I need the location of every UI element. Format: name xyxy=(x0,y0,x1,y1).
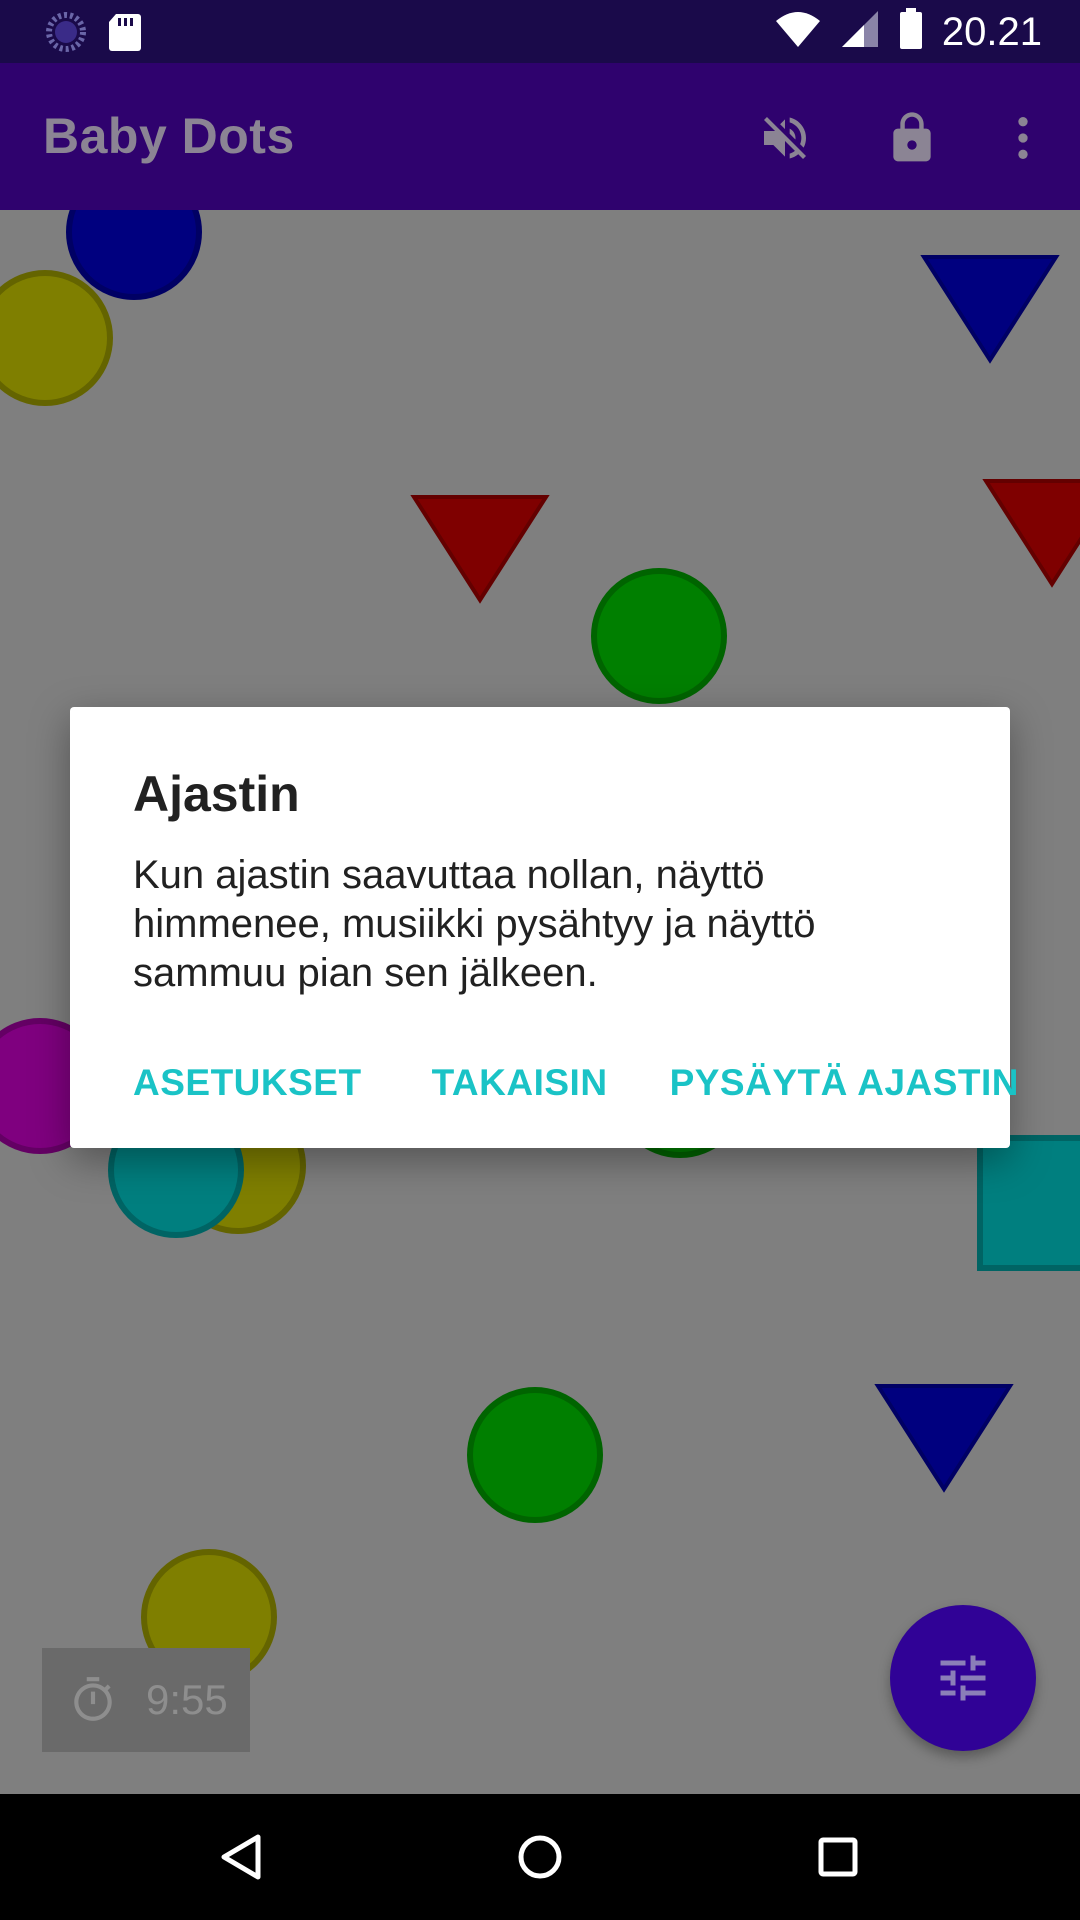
lock-button[interactable] xyxy=(877,103,947,173)
shape-triangle xyxy=(920,255,1060,364)
shape-square xyxy=(977,1135,1080,1271)
settings-button[interactable]: ASETUKSET xyxy=(133,1055,362,1111)
lock-icon xyxy=(893,112,931,162)
signal-icon xyxy=(840,9,880,54)
status-bar: 20.21 xyxy=(0,0,1080,63)
shape-circle xyxy=(0,270,113,406)
timer-value: 9:55 xyxy=(146,1676,228,1723)
dialog-actions: ASETUKSET TAKAISIN PYSÄYTÄ AJASTIN xyxy=(133,1055,1019,1111)
back-button[interactable]: TAKAISIN xyxy=(432,1055,608,1111)
sd-card-icon xyxy=(108,12,142,57)
more-vert-icon xyxy=(1018,117,1028,159)
mute-icon xyxy=(764,117,806,159)
recents-icon xyxy=(818,1837,858,1877)
shape-circle xyxy=(467,1387,603,1523)
dialog-title: Ajastin xyxy=(133,766,300,822)
stop-timer-button[interactable]: PYSÄYTÄ AJASTIN xyxy=(670,1055,1019,1111)
home-icon xyxy=(518,1835,562,1879)
mute-button[interactable] xyxy=(750,103,820,173)
wifi-icon xyxy=(774,9,822,54)
loading-icon xyxy=(46,12,86,57)
app-bar: Baby Dots xyxy=(0,63,1080,210)
timer-chip[interactable]: 9:55 xyxy=(42,1648,250,1752)
back-icon xyxy=(221,1834,261,1880)
timer-icon xyxy=(74,1677,112,1721)
battery-icon xyxy=(898,8,924,55)
dialog-message: Kun ajastin saavuttaa nollan, näyttö him… xyxy=(133,853,816,995)
nav-home-button[interactable] xyxy=(507,1824,573,1890)
status-time: 20.21 xyxy=(941,9,1042,54)
settings-fab[interactable] xyxy=(890,1605,1036,1751)
nav-recents-button[interactable] xyxy=(805,1824,871,1890)
shape-circle xyxy=(591,568,727,704)
shape-triangle xyxy=(410,495,550,604)
system-nav-bar xyxy=(0,1794,1080,1920)
more-options-button[interactable] xyxy=(988,103,1058,173)
shape-circle xyxy=(66,210,202,300)
shape-triangle xyxy=(982,479,1080,588)
tune-icon xyxy=(940,1655,986,1701)
app-title: Baby Dots xyxy=(43,108,295,164)
shape-triangle xyxy=(874,1384,1014,1493)
nav-back-button[interactable] xyxy=(208,1824,274,1890)
timer-dialog: Ajastin Kun ajastin saavuttaa nollan, nä… xyxy=(70,707,1019,1148)
